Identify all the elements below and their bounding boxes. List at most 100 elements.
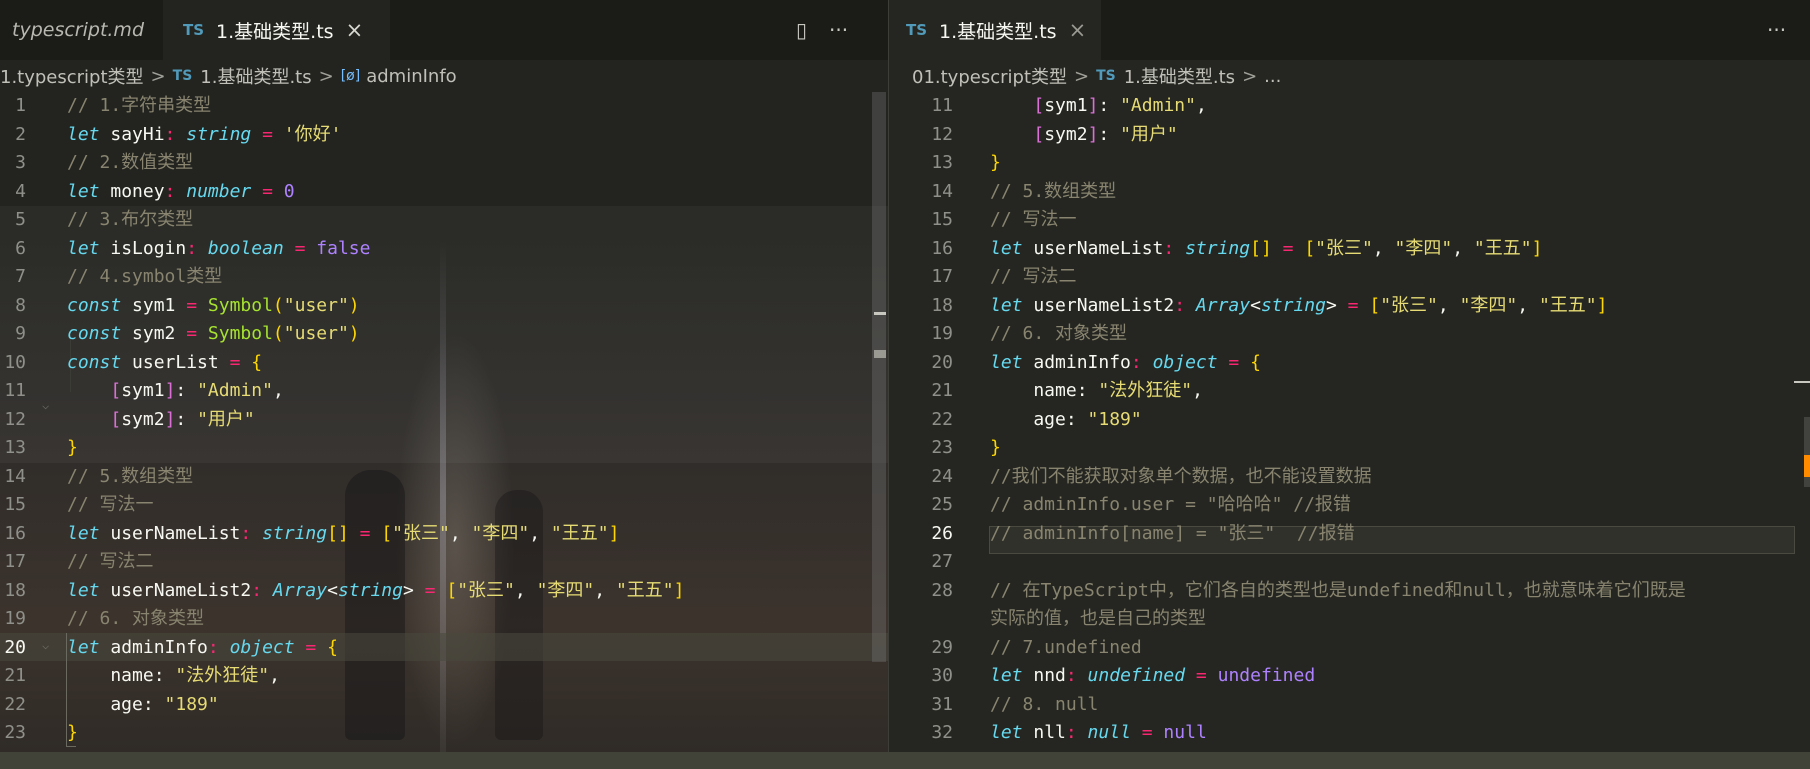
code-token: "李四": [471, 522, 530, 544]
code-text: // 5.数组类型: [67, 463, 193, 492]
chevron-right-icon: >: [1074, 65, 1090, 87]
code-text: // 1.字符串类型: [67, 92, 211, 121]
code-line[interactable]: 23}: [0, 719, 888, 748]
code-token: "王五": [615, 579, 674, 601]
tab-typescript-md[interactable]: typescript.md: [0, 0, 175, 60]
breadcrumb-file[interactable]: 1.基础类型.ts: [1124, 63, 1235, 89]
close-icon[interactable]: ×: [346, 18, 364, 42]
left-vertical-scrollbar[interactable]: [872, 92, 886, 752]
code-line[interactable]: 3 // 2.数值类型: [0, 149, 888, 178]
more-actions-icon[interactable]: ···: [829, 18, 848, 42]
code-line[interactable]: 19 // 6. 对象类型: [889, 320, 1810, 349]
scroll-marker-current: [1804, 455, 1810, 477]
code-text: [sym1]: "Admin",: [990, 92, 1206, 121]
code-line[interactable]: 23}: [889, 434, 1810, 463]
breadcrumb-folder[interactable]: 01.typescript类型: [912, 63, 1067, 89]
line-number: 5: [15, 209, 26, 230]
code-token: =: [186, 323, 198, 344]
code-line[interactable]: 13}: [889, 149, 1810, 178]
code-token: [: [370, 522, 393, 544]
code-line[interactable]: 24 //我们不能获取对象单个数据，也不能设置数据: [889, 463, 1810, 492]
code-line[interactable]: 22 age: "189": [889, 406, 1810, 435]
code-line[interactable]: 16 let userNameList: string[] = ["张三", "李…: [889, 235, 1810, 264]
code-line[interactable]: 11 [sym1]: "Admin",: [0, 377, 888, 406]
code-line[interactable]: 5 // 3.布尔类型: [0, 206, 888, 235]
breadcrumb-symbol[interactable]: adminInfo: [366, 66, 456, 87]
scroll-marker: [1794, 381, 1810, 383]
code-line[interactable]: 20 let adminInfo: object = {: [889, 349, 1810, 378]
code-line[interactable]: 7 // 4.symbol类型: [0, 263, 888, 292]
code-line[interactable]: 32 let nll: null = null: [889, 719, 1810, 748]
code-line[interactable]: 20 let adminInfo: object = {: [0, 634, 888, 663]
tab-basic-types-ts[interactable]: TS 1.基础类型.ts ×: [163, 0, 390, 60]
code-token: [: [1293, 237, 1316, 259]
code-line[interactable]: 22 age: "189": [0, 691, 888, 720]
code-text: name: "法外狂徒",: [67, 662, 280, 691]
breadcrumb-more[interactable]: ...: [1264, 66, 1281, 87]
code-token: age:: [990, 408, 1088, 430]
code-text: const userList = {: [67, 349, 262, 378]
code-line[interactable]: 15 // 写法一: [889, 206, 1810, 235]
code-text: // 在TypeScript中，它们各自的类型也是undefined和null，…: [990, 577, 1690, 634]
code-line[interactable]: 8 const sym1 = Symbol("user"): [0, 292, 888, 321]
code-line[interactable]: 2 let sayHi: string = '你好': [0, 121, 888, 150]
code-line[interactable]: 21 name: "法外狂徒",: [0, 662, 888, 691]
code-token: :: [207, 636, 219, 658]
code-text: let adminInfo: object = {: [67, 634, 338, 663]
code-token: =: [424, 579, 436, 601]
code-line[interactable]: 14 // 5.数组类型: [0, 463, 888, 492]
code-token: "法外狂徒": [1098, 380, 1193, 401]
code-line[interactable]: 9 const sym2 = Symbol("user"): [0, 320, 888, 349]
code-token: :: [1098, 95, 1121, 116]
code-line[interactable]: 18 let userNameList2: Array<string> = ["张…: [0, 577, 888, 606]
typescript-file-icon: TS: [172, 68, 193, 84]
code-line[interactable]: 16 let userNameList: string[] = ["张三", "李…: [0, 520, 888, 549]
code-line[interactable]: 18 let userNameList2: Array<string> = ["张…: [889, 292, 1810, 321]
close-icon[interactable]: ×: [1069, 18, 1087, 42]
code-token: =: [1271, 237, 1294, 259]
code-line[interactable]: 17 // 写法二: [0, 548, 888, 577]
breadcrumb-file[interactable]: 1.基础类型.ts: [200, 63, 311, 89]
code-line[interactable]: 1 // 1.字符串类型: [0, 92, 888, 121]
tab-basic-types-ts[interactable]: TS 1.基础类型.ts ×: [889, 0, 1101, 60]
code-line[interactable]: 31 // 8. null: [889, 691, 1810, 720]
code-line[interactable]: 11 [sym1]: "Admin",: [889, 92, 1810, 121]
breadcrumb-folder[interactable]: 1.typescript类型: [0, 63, 144, 89]
code-line[interactable]: 27: [889, 548, 1810, 577]
code-line[interactable]: 30 let nnd: undefined = undefined: [889, 662, 1810, 691]
code-token: :: [1130, 351, 1142, 373]
code-token: (: [272, 294, 284, 316]
code-line[interactable]: 6 let isLogin: boolean = false: [0, 235, 888, 264]
code-line[interactable]: 13}: [0, 434, 888, 463]
chevron-right-icon: >: [1242, 65, 1258, 87]
line-number: 25: [931, 494, 953, 515]
code-line[interactable]: 14 // 5.数组类型: [889, 178, 1810, 207]
line-number: 17: [931, 266, 953, 287]
code-text: // 写法一: [990, 206, 1077, 235]
code-line[interactable]: 28 // 在TypeScript中，它们各自的类型也是undefined和nul…: [889, 577, 1810, 634]
code-line[interactable]: 25 // adminInfo.user = "哈哈哈" //报错: [889, 491, 1810, 520]
code-line[interactable]: 10 const userList = {: [0, 349, 888, 378]
code-line[interactable]: 29 // 7.undefined: [889, 634, 1810, 663]
right-vertical-scrollbar[interactable]: [1794, 92, 1810, 752]
scrollbar-slider[interactable]: [872, 92, 886, 662]
code-token: null: [1152, 722, 1207, 743]
code-line[interactable]: 21 name: "法外狂徒",: [889, 377, 1810, 406]
code-token: =: [1347, 294, 1359, 316]
code-line[interactable]: 12 [sym2]: "用户": [889, 121, 1810, 150]
code-token: :: [251, 579, 263, 601]
code-token: "189": [1087, 408, 1142, 430]
split-editor-icon[interactable]: ▯: [796, 18, 807, 42]
code-token: // 7.undefined: [990, 636, 1142, 658]
code-token: :: [186, 237, 198, 259]
code-line[interactable]: 19 // 6. 对象类型: [0, 605, 888, 634]
code-token: undefined: [1076, 665, 1186, 686]
code-token: name:: [67, 665, 176, 686]
code-line[interactable]: 17 // 写法二: [889, 263, 1810, 292]
code-line[interactable]: 15 // 写法一: [0, 491, 888, 520]
code-line[interactable]: 26 // adminInfo[name] = "张三" //报错: [889, 520, 1810, 549]
code-line[interactable]: 4 let money: number = 0: [0, 178, 888, 207]
code-line[interactable]: 12 [sym2]: "用户": [0, 406, 888, 435]
more-actions-icon[interactable]: ···: [1767, 18, 1786, 42]
